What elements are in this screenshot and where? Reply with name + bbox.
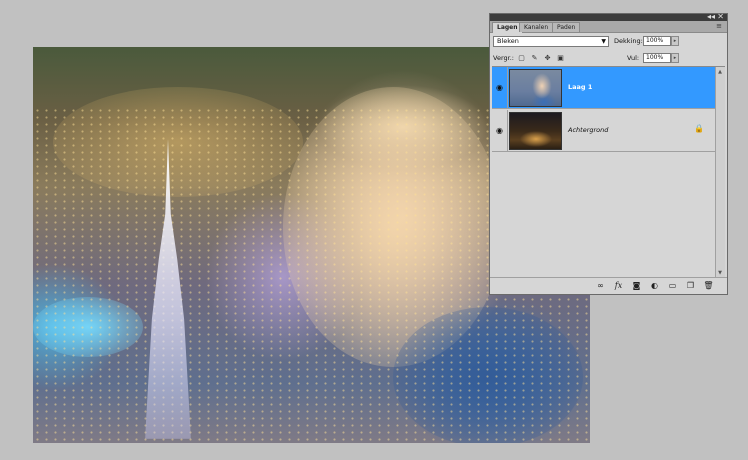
layer-row-achtergrond[interactable]: ◉ Achtergrond 🔒 [492, 110, 716, 152]
adjustment-icon[interactable]: ◐ [649, 280, 660, 291]
layer-thumbnail [509, 112, 562, 150]
lock-transparent-icon[interactable]: ▢ [517, 54, 526, 63]
lock-label: Vergr.: [493, 54, 514, 62]
opacity-input[interactable]: 100% [643, 36, 671, 46]
layer-thumbnail [509, 69, 562, 107]
mask-icon[interactable]: ◙ [631, 280, 642, 291]
eye-icon[interactable]: ◉ [492, 67, 508, 109]
layers-panel: ◂◂ ✕ Lagen Kanalen Paden ≡ Bleken ▼ Dekk… [489, 12, 728, 295]
opacity-label: Dekking: [614, 37, 643, 45]
new-layer-icon[interactable]: ❐ [685, 280, 696, 291]
panel-titlebar: ◂◂ ✕ [490, 12, 727, 21]
layer-name[interactable]: Laag 1 [568, 82, 592, 92]
fill-label: Vul: [627, 54, 640, 62]
lock-fill-row: Vergr.: ▢ ✎ ✥ ▣ Vul: 100% ▸ [493, 53, 724, 66]
layer-row-laag-1[interactable]: ◉ Laag 1 [492, 67, 716, 109]
opacity-slider-toggle[interactable]: ▸ [671, 36, 679, 46]
tab-paden[interactable]: Paden [552, 22, 581, 32]
fill-input[interactable]: 100% [643, 53, 671, 63]
panel-tabbar: Lagen Kanalen Paden ≡ [490, 21, 727, 33]
lock-icon: 🔒 [694, 124, 704, 133]
blend-mode-value: Bleken [497, 37, 519, 45]
chevron-down-icon: ▼ [601, 38, 606, 45]
link-icon[interactable]: ∞ [595, 280, 606, 291]
layer-name[interactable]: Achtergrond [568, 125, 608, 135]
panel-footer: ∞ fx ◙ ◐ ▭ ❐ 🗑 [490, 277, 727, 294]
tab-lagen[interactable]: Lagen [492, 22, 523, 33]
layers-list: ◉ Laag 1 ◉ Achtergrond 🔒 ▲ ▼ [492, 66, 725, 279]
fill-slider-toggle[interactable]: ▸ [671, 53, 679, 63]
lock-all-icon[interactable]: ▣ [556, 54, 565, 63]
blend-opacity-row: Bleken ▼ Dekking: 100% ▸ [493, 36, 724, 49]
trash-icon[interactable]: 🗑 [703, 280, 714, 291]
group-icon[interactable]: ▭ [667, 280, 678, 291]
panel-menu-icon[interactable]: ≡ [716, 22, 722, 30]
layers-scrollbar[interactable]: ▲ ▼ [715, 67, 725, 279]
eye-icon[interactable]: ◉ [492, 110, 508, 152]
blend-mode-select[interactable]: Bleken ▼ [493, 36, 609, 47]
scroll-up-icon[interactable]: ▲ [716, 68, 724, 77]
tab-kanalen[interactable]: Kanalen [519, 22, 554, 32]
lock-move-icon[interactable]: ✥ [543, 54, 552, 63]
lock-brush-icon[interactable]: ✎ [530, 54, 539, 63]
fx-icon[interactable]: fx [613, 280, 624, 291]
